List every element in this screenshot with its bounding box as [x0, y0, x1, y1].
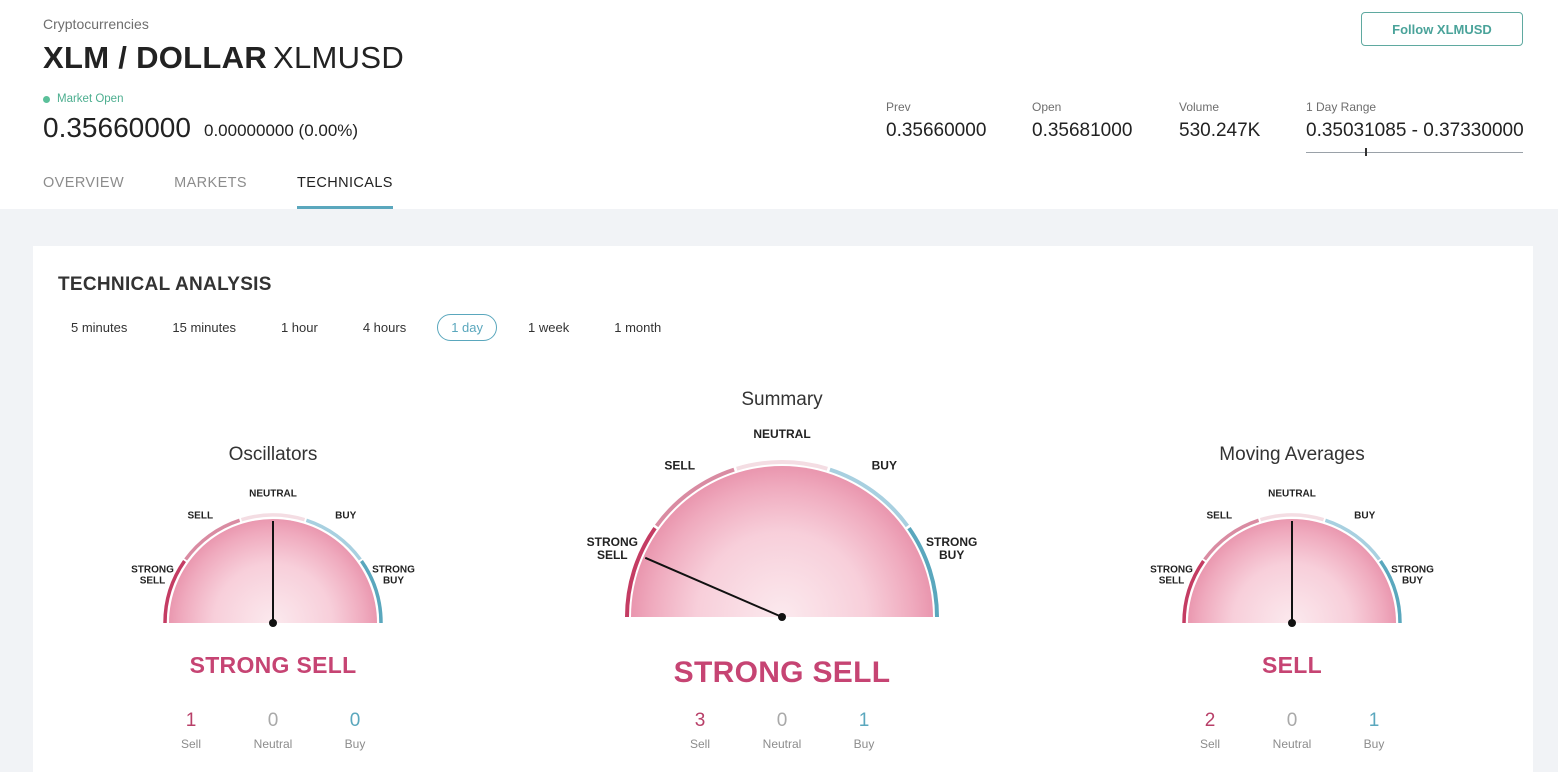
- sell-label: SELL: [188, 511, 214, 522]
- strong-buy-label: STRONG BUY: [372, 564, 415, 586]
- instrument-header: Cryptocurrencies XLM / DOLLAR XLMUSD Foll…: [0, 0, 1558, 209]
- buy-count: 1 Buy: [1333, 710, 1415, 751]
- count-value: 0: [776, 710, 788, 731]
- oscillators-title: Oscillators: [228, 444, 318, 465]
- needle-pivot: [778, 613, 786, 621]
- strong-buy-label: STRONG BUY: [1391, 564, 1434, 586]
- summary-signal: STRONG SELL: [673, 656, 891, 689]
- interval-4-hours[interactable]: 4 hours: [349, 314, 420, 341]
- stat-prev: Prev 0.35660000: [886, 100, 986, 142]
- buy-label: BUY: [872, 459, 897, 473]
- buy-count: 1 Buy: [823, 710, 905, 751]
- symbol-code: XLMUSD: [273, 40, 405, 75]
- count-value: 1: [858, 710, 870, 731]
- panel-title: TECHNICAL ANALYSIS: [58, 274, 272, 295]
- interval-1-hour[interactable]: 1 hour: [267, 314, 332, 341]
- count-value: 0: [349, 710, 361, 731]
- summary-gauge: STRONG SELL SELL NEUTRAL BUY STRONG BUY: [587, 427, 977, 621]
- oscillators-signal: STRONG SELL: [189, 652, 357, 678]
- summary-title: Summary: [741, 389, 823, 410]
- day-range-bar: [1306, 152, 1523, 153]
- count-value: 1: [1368, 710, 1380, 731]
- buy-count: 0 Buy: [314, 710, 396, 751]
- count-value: 0: [267, 710, 279, 731]
- sell-count: 2 Sell: [1169, 710, 1251, 751]
- price-change: 0.00000000 (0.00%): [204, 121, 359, 140]
- moving-averages-title: Moving Averages: [1219, 444, 1365, 465]
- tab-markets[interactable]: MARKETS: [174, 175, 247, 209]
- last-price: 0.35660000: [43, 112, 191, 143]
- stat-value: 530.247K: [1179, 120, 1261, 141]
- stat-label: 1 Day Range: [1306, 100, 1377, 114]
- buy-label: BUY: [1354, 511, 1375, 522]
- interval-5-minutes[interactable]: 5 minutes: [57, 314, 141, 341]
- stat-volume: Volume 530.247K: [1179, 100, 1260, 142]
- sell-count: 1 Sell: [150, 710, 232, 751]
- count-value: 2: [1204, 710, 1216, 731]
- stat-value: 0.35660000: [886, 120, 987, 141]
- count-label: Sell: [180, 737, 201, 751]
- count-label: Buy: [853, 737, 875, 751]
- sell-label: SELL: [664, 459, 695, 473]
- tab-overview[interactable]: OVERVIEW: [43, 175, 124, 209]
- interval-1-week[interactable]: 1 week: [514, 314, 583, 341]
- instrument-title: XLM / DOLLAR XLMUSD: [43, 40, 404, 76]
- neutral-label: NEUTRAL: [753, 427, 810, 441]
- neutral-count: 0 Neutral: [232, 710, 314, 751]
- instrument-tabs: OVERVIEW MARKETS TECHNICALS: [43, 175, 443, 209]
- count-label: Sell: [1199, 737, 1220, 751]
- pair-name: XLM / DOLLAR: [43, 40, 268, 75]
- gauge-fill: [631, 466, 933, 617]
- market-status-text: Market Open: [57, 93, 124, 105]
- interval-selector: 5 minutes 15 minutes 1 hour 4 hours 1 da…: [57, 314, 692, 341]
- count-label: Buy: [344, 737, 366, 751]
- neutral-count: 0 Neutral: [741, 710, 823, 751]
- category-label[interactable]: Cryptocurrencies: [43, 16, 149, 32]
- strong-sell-label: STRONG SELL: [131, 564, 174, 586]
- needle-pivot: [1288, 619, 1296, 627]
- stat-value: 0.35031085 - 0.37330000: [1306, 120, 1524, 141]
- sell-count: 3 Sell: [659, 710, 741, 751]
- technical-analysis-panel: TECHNICAL ANALYSIS 5 minutes 15 minutes …: [33, 246, 1533, 772]
- follow-button[interactable]: Follow XLMUSD: [1361, 12, 1523, 46]
- day-range-marker: [1364, 148, 1367, 156]
- neutral-label: NEUTRAL: [249, 489, 297, 500]
- moving-averages-gauge: STRONG SELL SELL NEUTRAL BUY STRONG BUY: [1150, 489, 1434, 627]
- neutral-label: NEUTRAL: [1268, 489, 1316, 500]
- interval-1-month[interactable]: 1 month: [600, 314, 675, 341]
- count-label: Neutral: [1272, 737, 1312, 751]
- count-value: 1: [185, 710, 197, 731]
- stat-label: Volume: [1179, 100, 1220, 114]
- stat-value: 0.35681000: [1032, 120, 1133, 141]
- buy-label: BUY: [335, 511, 356, 522]
- sell-label: SELL: [1207, 511, 1233, 522]
- strong-sell-label: STRONG SELL: [1150, 564, 1193, 586]
- moving-averages-signal: SELL: [1262, 652, 1322, 678]
- neutral-count: 0 Neutral: [1251, 710, 1333, 751]
- needle-pivot: [269, 619, 277, 627]
- count-label: Buy: [1363, 737, 1385, 751]
- oscillators-counts: 1 Sell 0 Neutral 0 Buy: [150, 710, 396, 751]
- count-label: Neutral: [253, 737, 293, 751]
- tab-technicals[interactable]: TECHNICALS: [297, 175, 393, 209]
- count-label: Sell: [689, 737, 710, 751]
- interval-1-day[interactable]: 1 day: [437, 314, 498, 341]
- stat-label: Open: [1032, 100, 1062, 114]
- strong-sell-label: STRONG SELL: [587, 535, 638, 562]
- count-label: Neutral: [762, 737, 802, 751]
- status-dot-icon: [43, 95, 50, 103]
- oscillators-gauge: STRONG SELL SELL NEUTRAL BUY STRONG BUY: [131, 489, 415, 627]
- summary-counts: 3 Sell 0 Neutral 1 Buy: [659, 710, 905, 751]
- stat-open: Open 0.35681000: [1032, 100, 1132, 142]
- market-status: Market Open: [43, 93, 123, 105]
- stat-day-range: 1 Day Range 0.35031085 - 0.37330000: [1306, 100, 1524, 142]
- interval-15-minutes[interactable]: 15 minutes: [158, 314, 250, 341]
- count-value: 0: [1286, 710, 1298, 731]
- count-value: 3: [694, 710, 706, 731]
- strong-buy-label: STRONG BUY: [926, 535, 977, 562]
- stat-label: Prev: [886, 100, 911, 114]
- moving-averages-counts: 2 Sell 0 Neutral 1 Buy: [1169, 710, 1415, 751]
